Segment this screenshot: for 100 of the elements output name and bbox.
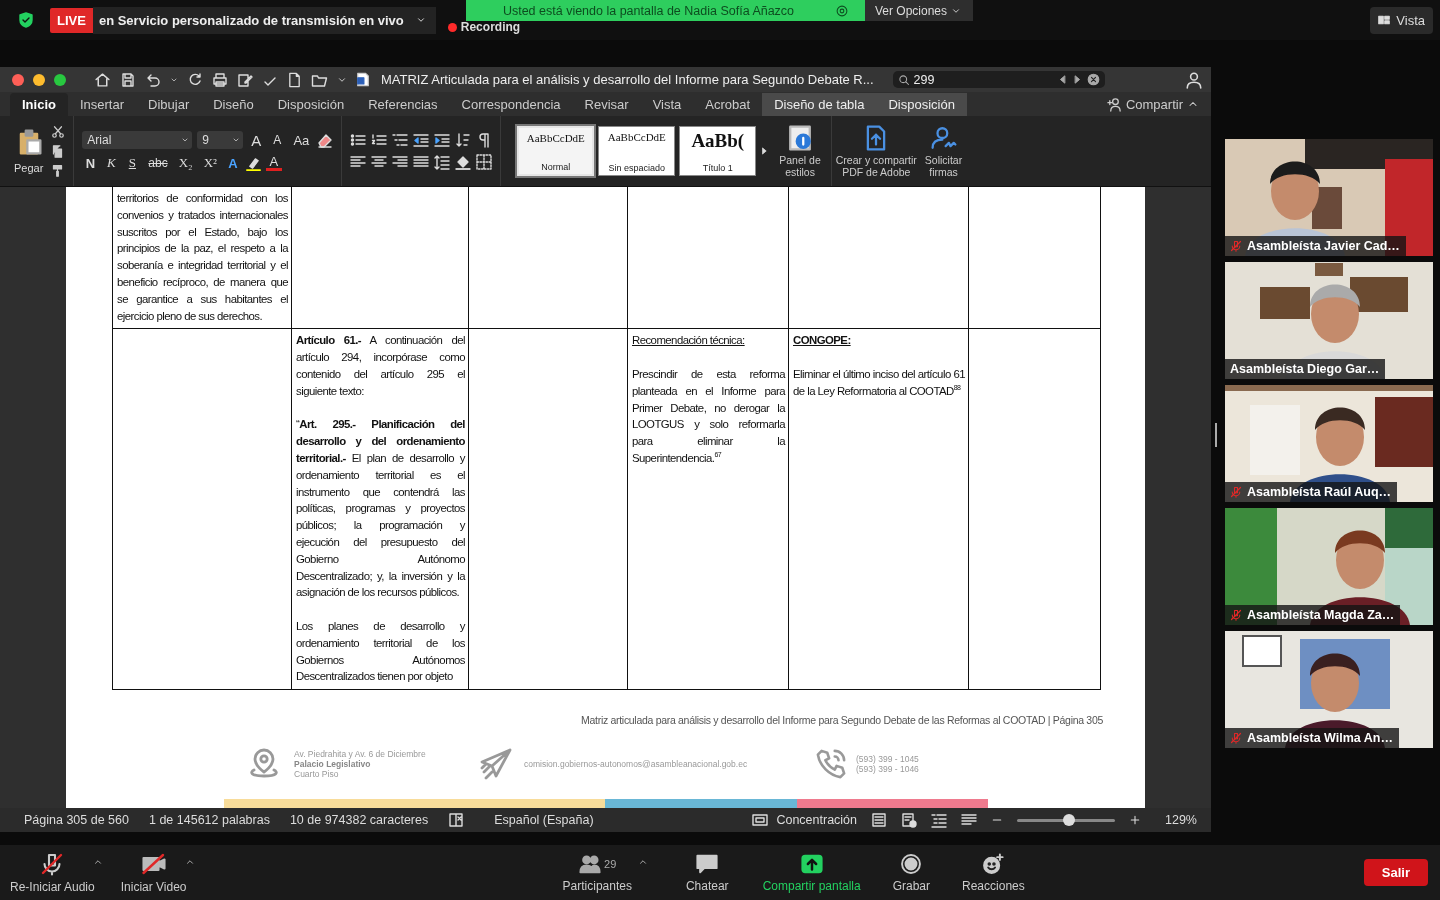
adobe-pdf-button[interactable]: Crear y compartir PDF de Adobe xyxy=(831,116,921,186)
italic-button[interactable]: K xyxy=(103,155,120,171)
minimize-button[interactable] xyxy=(33,73,45,86)
home-icon[interactable] xyxy=(94,71,111,88)
share-button[interactable]: Compartir xyxy=(1106,96,1183,112)
email-text: comision.gobiernos-autonomos@asambleanacional.gob.ec xyxy=(524,759,748,770)
right-arrow-icon[interactable] xyxy=(760,146,770,156)
chat-button[interactable]: Chatear xyxy=(685,852,729,893)
bold-button[interactable]: N xyxy=(82,155,99,171)
print-layout-icon[interactable] xyxy=(871,812,887,828)
ribbon-tab[interactable]: Inicio xyxy=(10,92,68,116)
document-icon[interactable] xyxy=(287,71,302,88)
ribbon-tab[interactable]: Insertar xyxy=(67,92,137,116)
underline-button[interactable]: S xyxy=(124,155,141,171)
size-dropdown[interactable]: 9 xyxy=(197,131,244,149)
ribbon-tab[interactable]: Correspondencia xyxy=(449,92,573,116)
strikethrough-button[interactable]: abc xyxy=(145,156,171,170)
scissors-icon[interactable] xyxy=(51,125,66,139)
clear-icon[interactable] xyxy=(1086,73,1100,86)
share-screen-icon xyxy=(799,852,824,875)
phone-number: (593) 399 - 1046 xyxy=(856,764,919,775)
outline-view-icon[interactable] xyxy=(931,812,947,828)
audio-button[interactable]: Re-Iniciar Audio xyxy=(10,851,95,894)
camera-off-icon xyxy=(140,851,167,876)
grow-font-button[interactable]: A xyxy=(248,131,265,149)
copy-icon[interactable] xyxy=(51,145,65,158)
person-icon[interactable] xyxy=(1185,70,1203,89)
stream-dropdown[interactable]: en Servicio personalizado de transmisión en vivo xyxy=(92,6,436,34)
decrease-indent-icon[interactable] xyxy=(413,132,430,148)
edit-icon[interactable] xyxy=(237,71,253,88)
resize-handle[interactable] xyxy=(1215,423,1217,447)
ribbon-tab[interactable]: Dibujar xyxy=(136,92,202,116)
line-spacing-icon[interactable] xyxy=(434,154,451,170)
zoom-percent[interactable]: 129% xyxy=(1165,813,1197,827)
paste-button[interactable]: Pegar xyxy=(6,116,52,186)
word-count[interactable]: 1 de 145612 palabras xyxy=(148,813,270,827)
multilevel-list-icon[interactable] xyxy=(392,132,409,148)
redo-icon[interactable] xyxy=(187,71,203,88)
page-count[interactable]: Página 305 de 560 xyxy=(24,813,129,827)
share-screen-button[interactable]: Compartir pantalla xyxy=(762,852,861,893)
style-preset[interactable]: AaBbCcDdE Sin espaciado xyxy=(598,126,676,176)
ribbon-tab[interactable]: Disposición xyxy=(876,92,967,116)
zoom-slider-thumb[interactable] xyxy=(1062,813,1075,826)
ribbon-tab[interactable]: Diseño de tabla xyxy=(762,92,877,116)
borders-icon[interactable] xyxy=(476,154,493,170)
bullets-icon[interactable] xyxy=(350,132,367,148)
styles-pane-button[interactable]: Panel de estilos xyxy=(775,116,832,186)
language-label[interactable]: Español (España) xyxy=(494,813,594,827)
justify-icon[interactable] xyxy=(413,154,430,170)
zoom-in-icon[interactable] xyxy=(1129,814,1141,826)
ribbon-tab[interactable]: Disposición xyxy=(265,92,357,116)
align-right-icon[interactable] xyxy=(392,154,409,170)
request-signatures-button[interactable]: Solicitar firmas xyxy=(920,116,967,186)
record-button[interactable]: Grabar xyxy=(892,852,931,893)
change-case-button[interactable]: Aa xyxy=(290,132,313,148)
leave-button[interactable]: Salir xyxy=(1363,859,1428,886)
sort-icon[interactable] xyxy=(455,132,472,148)
search-field[interactable]: 299 xyxy=(892,71,1105,88)
style-preset[interactable]: AaBb( Título 1 xyxy=(679,126,757,176)
eraser-icon[interactable] xyxy=(317,132,334,148)
font-dropdown[interactable]: Arial xyxy=(82,131,193,149)
style-preset[interactable]: AaBbCcDdE Normal xyxy=(517,126,595,176)
numbering-icon[interactable] xyxy=(371,132,388,148)
view-button[interactable]: Vista xyxy=(1370,6,1433,34)
ribbon-tab[interactable]: Revisar xyxy=(572,92,641,116)
fill-bucket-icon[interactable] xyxy=(455,154,472,170)
view-options-button[interactable]: Ver Opciones xyxy=(865,0,974,21)
caret-up-icon[interactable] xyxy=(637,857,648,867)
maximize-button[interactable] xyxy=(54,73,66,86)
reactions-button[interactable]: Reacciones xyxy=(962,852,1025,893)
superscript-button[interactable]: X² xyxy=(200,155,220,171)
participant-name-label: Asambleísta Raúl Auq… xyxy=(1225,482,1397,502)
shrink-font-button[interactable]: A xyxy=(269,133,286,147)
increase-indent-icon[interactable] xyxy=(434,132,451,148)
caret-up-icon[interactable] xyxy=(184,857,195,867)
caret-up-icon[interactable] xyxy=(92,857,103,867)
print-icon[interactable] xyxy=(212,71,228,88)
highlighter-icon[interactable] xyxy=(245,155,261,171)
draft-view-icon[interactable] xyxy=(961,812,977,828)
subscript-button[interactable]: X₂ xyxy=(175,155,196,171)
cell-text: Eliminar el último inciso del artículo 61 de la Ley Reformatoria al COOTAD$^{88}$ xyxy=(793,366,965,399)
brush-icon[interactable] xyxy=(51,164,65,177)
character-count[interactable]: 10 de 974382 caracteres xyxy=(289,813,429,827)
video-button[interactable]: Iniciar Video xyxy=(120,851,187,894)
web-layout-icon[interactable] xyxy=(901,812,917,828)
ribbon-tab[interactable]: Vista xyxy=(640,92,694,116)
participants-button[interactable]: 29 Participantes xyxy=(562,852,632,893)
align-left-icon[interactable] xyxy=(350,154,367,170)
save-icon[interactable] xyxy=(120,71,136,88)
align-center-icon[interactable] xyxy=(371,154,388,170)
ribbon-tab[interactable]: Diseño xyxy=(201,92,266,116)
participant-name-label: Asambleísta Magda Za… xyxy=(1225,605,1401,625)
ribbon-tab[interactable]: Acrobat xyxy=(693,92,763,116)
muted-mic-icon xyxy=(1230,732,1242,744)
ribbon-tab[interactable]: Referencias xyxy=(356,92,450,116)
font-color-button[interactable]: A xyxy=(265,155,282,171)
phone-icon xyxy=(816,749,846,780)
text-effects-button[interactable]: A xyxy=(224,155,241,171)
focus-button[interactable]: Concentración xyxy=(752,812,857,828)
close-button[interactable] xyxy=(12,73,24,86)
